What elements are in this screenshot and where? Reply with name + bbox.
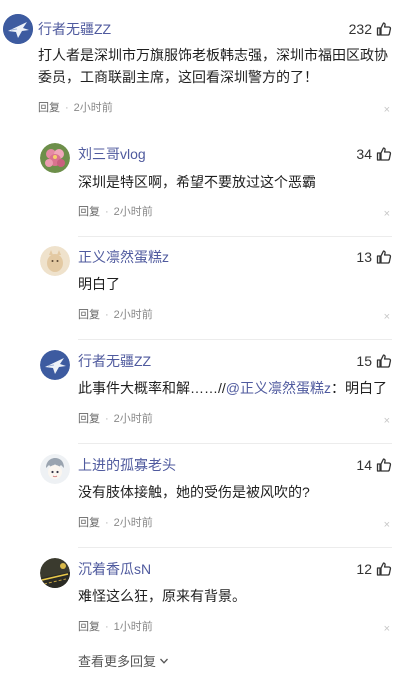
thumbs-up-icon: [376, 457, 392, 473]
comment-meta: 回复 · 2小时前: [78, 516, 153, 530]
like-button[interactable]: 34: [356, 145, 392, 163]
like-count: 14: [356, 457, 372, 473]
comment-text: 打人者是深圳市万旗服饰老板韩志强，深圳市福田区政协委员，工商联副主席，这回看深圳…: [38, 47, 388, 85]
username[interactable]: 上进的孤寡老头: [78, 456, 176, 474]
fighter-jet-avatar[interactable]: [40, 350, 70, 380]
thumbs-up-icon: [376, 353, 392, 369]
like-count: 232: [348, 21, 372, 37]
close-icon[interactable]: ×: [384, 103, 390, 117]
comment-text: 此事件大概率和解……//@正义凛然蛋糕z：明白了: [78, 377, 398, 399]
like-count: 13: [356, 249, 372, 265]
like-button[interactable]: 14: [356, 456, 392, 474]
like-button[interactable]: 232: [349, 20, 392, 38]
text-suffix: ：明白了: [331, 380, 387, 396]
thumbs-up-icon: [376, 21, 392, 37]
timestamp: 1小时前: [113, 621, 153, 633]
divider: [78, 443, 392, 444]
divider: [78, 236, 392, 237]
username[interactable]: 沉着香瓜sN: [78, 560, 151, 578]
reply-item: 正义凛然蛋糕z 13 明白了 回复 · 2小时前 ×: [0, 238, 412, 338]
timestamp: 2小时前: [113, 517, 153, 529]
fighter-jet-avatar[interactable]: [3, 14, 33, 44]
comment-meta: 回复 · 2小时前: [38, 101, 113, 115]
like-count: 12: [356, 561, 372, 577]
close-icon[interactable]: ×: [384, 414, 390, 428]
separator-dot: ·: [105, 517, 109, 529]
reply-button[interactable]: 回复: [38, 101, 60, 115]
see-more-replies-button[interactable]: 查看更多回复: [78, 654, 169, 670]
road-avatar[interactable]: [40, 558, 70, 588]
close-icon[interactable]: ×: [384, 310, 390, 324]
reply-item: 沉着香瓜sN 12 难怪这么狂，原来有背景。 回复 · 1小时前 ×: [0, 550, 412, 650]
reply-item: 行者无疆ZZ 15 此事件大概率和解……//@正义凛然蛋糕z：明白了 回复 · …: [0, 342, 412, 442]
chevron-down-icon: [156, 654, 169, 670]
divider: [78, 547, 392, 548]
comment-text: 没有肢体接触，她的受伤是被风吹的?: [78, 484, 310, 500]
reply-item: 上进的孤寡老头 14 没有肢体接触，她的受伤是被风吹的? 回复 · 2小时前 ×: [0, 446, 412, 546]
username[interactable]: 行者无疆ZZ: [38, 20, 111, 38]
close-icon[interactable]: ×: [384, 207, 390, 221]
timestamp: 2小时前: [113, 309, 153, 321]
thumbs-up-icon: [376, 146, 392, 162]
comment-text: 难怪这么狂，原来有背景。: [78, 588, 246, 604]
separator-dot: ·: [105, 206, 109, 218]
thumbs-up-icon: [376, 249, 392, 265]
reply-button[interactable]: 回复: [78, 412, 100, 426]
username[interactable]: 正义凛然蛋糕z: [78, 248, 169, 266]
like-count: 34: [356, 146, 372, 162]
comment-meta: 回复 · 2小时前: [78, 205, 153, 219]
reply-button[interactable]: 回复: [78, 308, 100, 322]
comment-meta: 回复 · 2小时前: [78, 308, 153, 322]
anime-avatar[interactable]: [40, 454, 70, 484]
comment-item: 行者无疆ZZ 232 打人者是深圳市万旗服饰老板韩志强，深圳市福田区政协委员，工…: [0, 0, 412, 130]
comment-meta: 回复 · 2小时前: [78, 412, 153, 426]
reply-button[interactable]: 回复: [78, 620, 100, 634]
divider: [78, 339, 392, 340]
reply-button[interactable]: 回复: [78, 516, 100, 530]
flower-avatar[interactable]: [40, 143, 70, 173]
close-icon[interactable]: ×: [384, 518, 390, 532]
comment-text: 明白了: [78, 276, 120, 292]
comment-text: 深圳是特区啊，希望不要放过这个恶霸: [78, 174, 316, 190]
reply-button[interactable]: 回复: [78, 205, 100, 219]
separator-dot: ·: [105, 309, 109, 321]
username[interactable]: 行者无疆ZZ: [78, 352, 151, 370]
username[interactable]: 刘三哥vlog: [78, 145, 146, 163]
see-more-replies-label: 查看更多回复: [78, 654, 157, 669]
separator-dot: ·: [65, 102, 69, 114]
text-prefix: 此事件大概率和解……//: [78, 380, 226, 396]
default-avatar[interactable]: [40, 246, 70, 276]
comment-meta: 回复 · 1小时前: [78, 620, 153, 634]
separator-dot: ·: [105, 413, 109, 425]
like-button[interactable]: 13: [356, 248, 392, 266]
timestamp: 2小时前: [73, 102, 113, 114]
reply-item: 刘三哥vlog 34 深圳是特区啊，希望不要放过这个恶霸 回复 · 2小时前 ×: [0, 134, 412, 234]
separator-dot: ·: [105, 621, 109, 633]
mention-link[interactable]: @正义凛然蛋糕z: [226, 380, 331, 396]
like-button[interactable]: 12: [356, 560, 392, 578]
timestamp: 2小时前: [113, 206, 153, 218]
like-count: 15: [356, 353, 372, 369]
timestamp: 2小时前: [113, 413, 153, 425]
thumbs-up-icon: [376, 561, 392, 577]
like-button[interactable]: 15: [356, 352, 392, 370]
close-icon[interactable]: ×: [384, 622, 390, 636]
